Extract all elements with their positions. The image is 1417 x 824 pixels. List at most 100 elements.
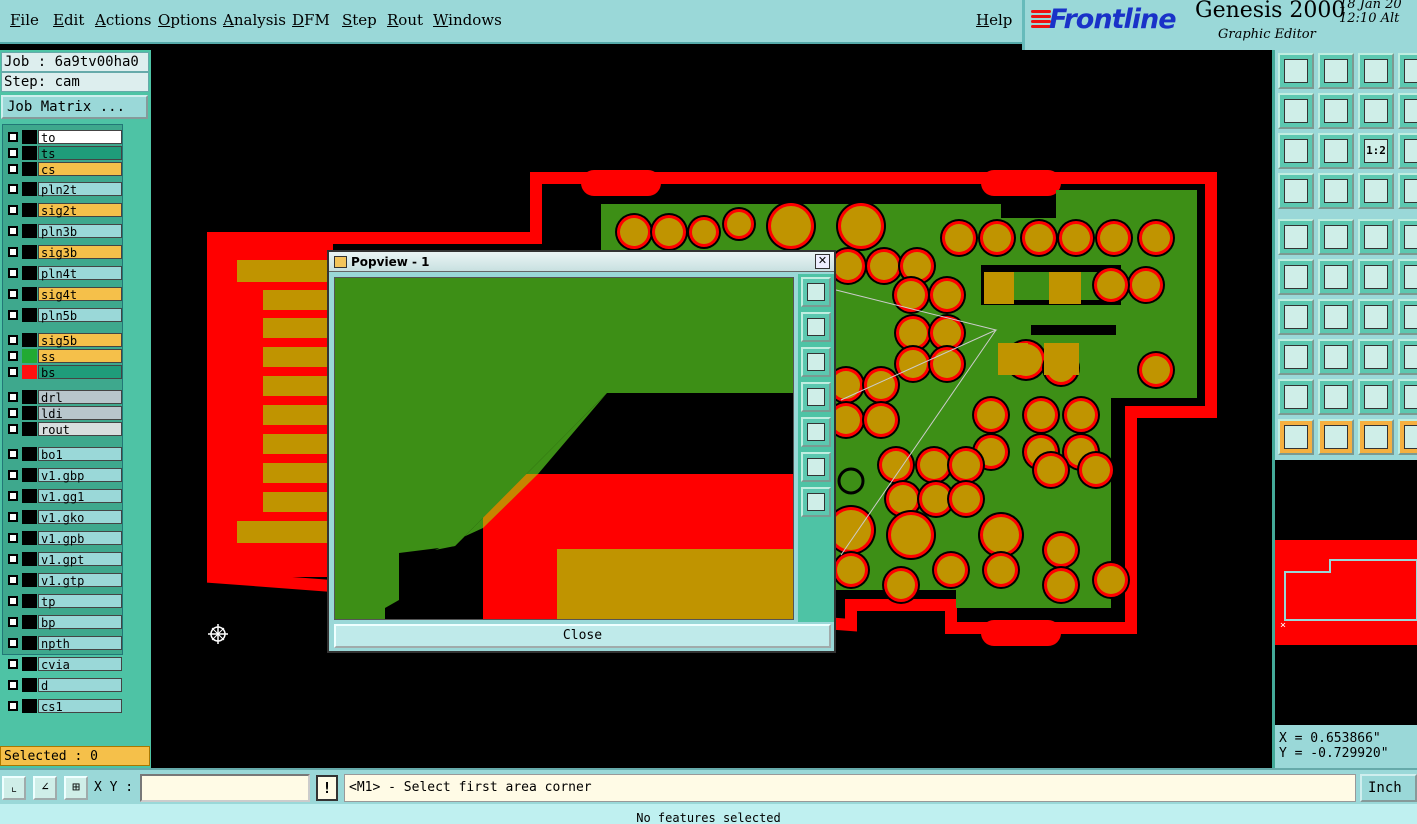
close-icon[interactable]: ✕ bbox=[815, 254, 830, 269]
layer-name[interactable]: cvia bbox=[38, 657, 122, 672]
layer-checkbox[interactable] bbox=[8, 424, 18, 434]
menu-rout[interactable]: Rout bbox=[387, 11, 423, 29]
layer-checkbox[interactable] bbox=[8, 205, 18, 215]
layer-checkbox[interactable] bbox=[8, 533, 18, 543]
layer-row[interactable]: v1.gbp bbox=[3, 467, 122, 483]
layer-checkbox[interactable] bbox=[8, 289, 18, 299]
layer-color-swatch[interactable] bbox=[22, 657, 37, 671]
layer-row[interactable]: bs bbox=[3, 364, 122, 380]
layer-row[interactable]: v1.gg1 bbox=[3, 488, 122, 504]
a-button[interactable] bbox=[1318, 379, 1354, 415]
layer-checkbox[interactable] bbox=[8, 680, 18, 690]
connect-button[interactable] bbox=[1278, 259, 1314, 295]
layer-checkbox[interactable] bbox=[8, 335, 18, 345]
layer-name[interactable]: v1.gpb bbox=[38, 531, 122, 546]
layer-row[interactable]: tp bbox=[3, 593, 122, 609]
move-right-button[interactable] bbox=[1318, 93, 1354, 129]
layer-name[interactable]: bs bbox=[38, 365, 122, 380]
layer-color-swatch[interactable] bbox=[22, 333, 37, 347]
pv-move-down-button[interactable] bbox=[801, 347, 831, 377]
snap-mode-icon[interactable]: ⌞ bbox=[2, 776, 26, 800]
layer-row[interactable]: pln3b bbox=[3, 223, 122, 239]
bracket-button[interactable] bbox=[1398, 299, 1417, 335]
layer-name[interactable]: bo1 bbox=[38, 447, 122, 462]
job-matrix-button[interactable]: Job Matrix ... bbox=[1, 95, 148, 119]
box-button[interactable] bbox=[1278, 339, 1314, 375]
layer-name[interactable]: v1.gpt bbox=[38, 552, 122, 567]
popview-window[interactable]: Popview - 1 ✕ Close bbox=[327, 250, 836, 653]
dot-button[interactable] bbox=[1398, 339, 1417, 375]
pv-zoom-box-button[interactable] bbox=[801, 277, 831, 307]
layer-color-swatch[interactable] bbox=[22, 573, 37, 587]
layer-checkbox[interactable] bbox=[8, 449, 18, 459]
pv-zoom-center-button[interactable] bbox=[801, 487, 831, 517]
netlist-button[interactable] bbox=[1398, 173, 1417, 209]
menu-analysis[interactable]: Analysis bbox=[223, 11, 286, 29]
ruler-button[interactable] bbox=[1358, 219, 1394, 255]
menu-actions[interactable]: Actions bbox=[95, 11, 151, 29]
menu-edit[interactable]: Edit bbox=[53, 11, 84, 29]
layer-row[interactable]: sig4t bbox=[3, 286, 122, 302]
arrow-button[interactable] bbox=[1398, 259, 1417, 295]
layer-checkbox[interactable] bbox=[8, 148, 18, 158]
slash-red-button[interactable] bbox=[1278, 299, 1314, 335]
help-button[interactable] bbox=[1398, 133, 1417, 169]
step-line-button[interactable] bbox=[1398, 419, 1417, 455]
overview-map[interactable]: × bbox=[1272, 460, 1417, 725]
layer-color-swatch[interactable] bbox=[22, 287, 37, 301]
layer-color-swatch[interactable] bbox=[22, 365, 37, 379]
layer-row[interactable]: drl bbox=[3, 389, 122, 405]
popview-close-button[interactable]: Close bbox=[334, 624, 831, 648]
pad-button[interactable] bbox=[1278, 219, 1314, 255]
layer-name[interactable]: ldi bbox=[38, 406, 122, 421]
layer-checkbox[interactable] bbox=[8, 367, 18, 377]
layer-color-swatch[interactable] bbox=[22, 552, 37, 566]
layer-name[interactable]: v1.gg1 bbox=[38, 489, 122, 504]
layer-color-swatch[interactable] bbox=[22, 349, 37, 363]
layer-color-swatch[interactable] bbox=[22, 594, 37, 608]
layer-checkbox[interactable] bbox=[8, 491, 18, 501]
trapezoid-button[interactable] bbox=[1358, 379, 1394, 415]
popview-canvas[interactable] bbox=[334, 277, 794, 620]
measure-mode-icon[interactable]: ∠ bbox=[33, 776, 57, 800]
menu-step[interactable]: Step bbox=[342, 11, 377, 29]
layer-name[interactable]: cs1 bbox=[38, 699, 122, 714]
layer-color-swatch[interactable] bbox=[22, 468, 37, 482]
home-button[interactable] bbox=[1358, 53, 1394, 89]
layer-name[interactable]: rout bbox=[38, 422, 122, 437]
layer-row[interactable]: ss bbox=[3, 348, 122, 364]
layer-name[interactable]: drl bbox=[38, 390, 122, 405]
layer-row[interactable]: sig3b bbox=[3, 244, 122, 260]
layer-row[interactable]: ldi bbox=[3, 405, 122, 421]
layer-checkbox[interactable] bbox=[8, 310, 18, 320]
layer-checkbox[interactable] bbox=[8, 184, 18, 194]
layer-checkbox[interactable] bbox=[8, 701, 18, 711]
layer-color-swatch[interactable] bbox=[22, 636, 37, 650]
layer-checkbox[interactable] bbox=[8, 226, 18, 236]
layer-color-swatch[interactable] bbox=[22, 308, 37, 322]
layer-row[interactable]: v1.gko bbox=[3, 509, 122, 525]
layer-color-swatch[interactable] bbox=[22, 224, 37, 238]
menu-options[interactable]: Options bbox=[158, 11, 217, 29]
layer-row[interactable]: npth bbox=[3, 635, 122, 651]
panel-button[interactable] bbox=[1398, 53, 1417, 89]
probe-button[interactable] bbox=[1318, 173, 1354, 209]
scale-1to2-button[interactable]: 1:2 bbox=[1358, 133, 1394, 169]
layer-checkbox[interactable] bbox=[8, 132, 18, 142]
layer-row[interactable]: d bbox=[3, 677, 122, 693]
layer-checkbox[interactable] bbox=[8, 512, 18, 522]
layer-row[interactable]: cs bbox=[3, 161, 122, 177]
layer-checkbox[interactable] bbox=[8, 470, 18, 480]
layer-name[interactable]: v1.gtp bbox=[38, 573, 122, 588]
pv-move-right-button[interactable] bbox=[801, 417, 831, 447]
layers-button[interactable] bbox=[1358, 173, 1394, 209]
step-button[interactable] bbox=[1398, 93, 1417, 129]
layer-checkbox[interactable] bbox=[8, 408, 18, 418]
layer-color-swatch[interactable] bbox=[22, 406, 37, 420]
layer-name[interactable]: to bbox=[38, 130, 122, 145]
layer-name[interactable]: d bbox=[38, 678, 122, 693]
layer-row[interactable]: sig5b bbox=[3, 332, 122, 348]
pv-move-up-button[interactable] bbox=[801, 312, 831, 342]
layer-name[interactable]: v1.gbp bbox=[38, 468, 122, 483]
layer-row[interactable]: v1.gtp bbox=[3, 572, 122, 588]
